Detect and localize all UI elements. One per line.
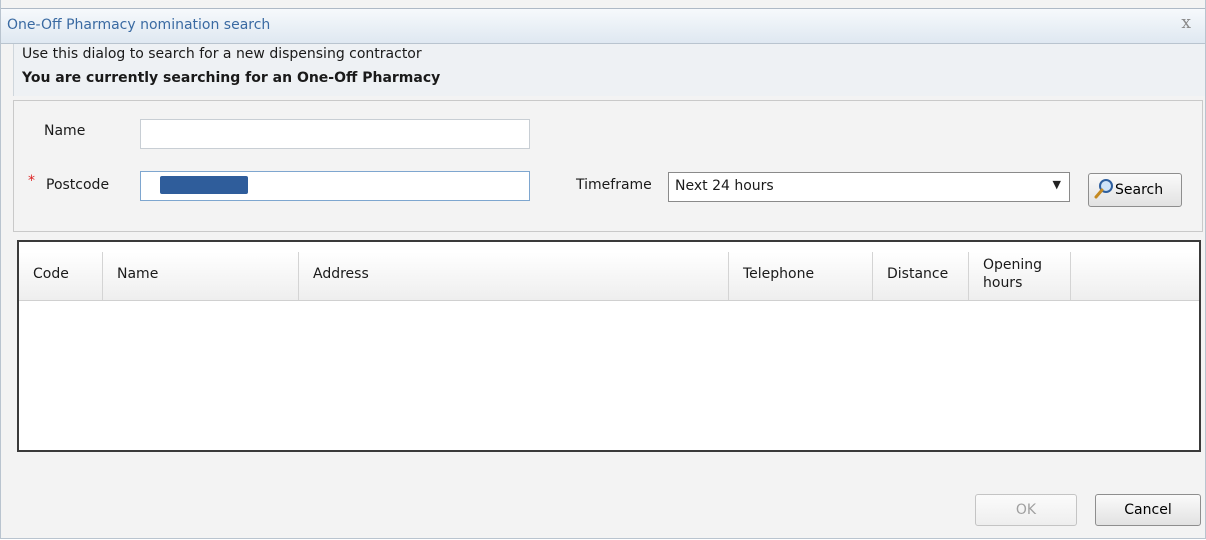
info-description: Use this dialog to search for a new disp… [22,46,422,62]
search-button[interactable]: Search [1088,173,1182,207]
column-header-telephone[interactable]: Telephone [729,252,873,300]
column-header-opening-hours[interactable]: Opening hours [969,252,1071,300]
column-header-code[interactable]: Code [19,252,103,300]
column-header-address[interactable]: Address [299,252,729,300]
close-icon[interactable]: x [1181,13,1191,33]
dialog-title: One-Off Pharmacy nomination search [7,17,271,33]
required-marker: * [28,173,35,189]
timeframe-label: Timeframe [576,177,652,193]
ok-button[interactable]: OK [975,494,1077,526]
info-panel: Use this dialog to search for a new disp… [13,44,1205,96]
magnifier-icon [1094,179,1113,199]
nomination-search-dialog: One-Off Pharmacy nomination search x Use… [0,0,1206,539]
name-label: Name [44,123,86,139]
search-criteria-panel: Name * Postcode Timeframe Next 24 hours … [13,100,1203,232]
column-header-distance[interactable]: Distance [873,252,969,300]
cancel-button[interactable]: Cancel [1095,494,1201,526]
search-button-label: Search [1115,182,1164,198]
name-input[interactable] [140,119,530,149]
redacted-postcode-value [160,176,248,194]
info-search-mode: You are currently searching for an One-O… [22,70,441,86]
timeframe-select[interactable]: Next 24 hours ▼ [668,172,1070,202]
postcode-label: Postcode [46,177,110,193]
ok-button-label: OK [1015,502,1037,518]
cancel-button-label: Cancel [1124,502,1172,518]
column-header-name[interactable]: Name [103,252,299,300]
timeframe-selected-value: Next 24 hours [675,178,774,194]
title-bar: One-Off Pharmacy nomination search x [1,8,1205,44]
results-header: Code Name Address Telephone Distance Ope… [19,252,1199,301]
results-grid[interactable]: Code Name Address Telephone Distance Ope… [17,240,1201,452]
dropdown-arrow-icon[interactable]: ▼ [1053,178,1061,191]
